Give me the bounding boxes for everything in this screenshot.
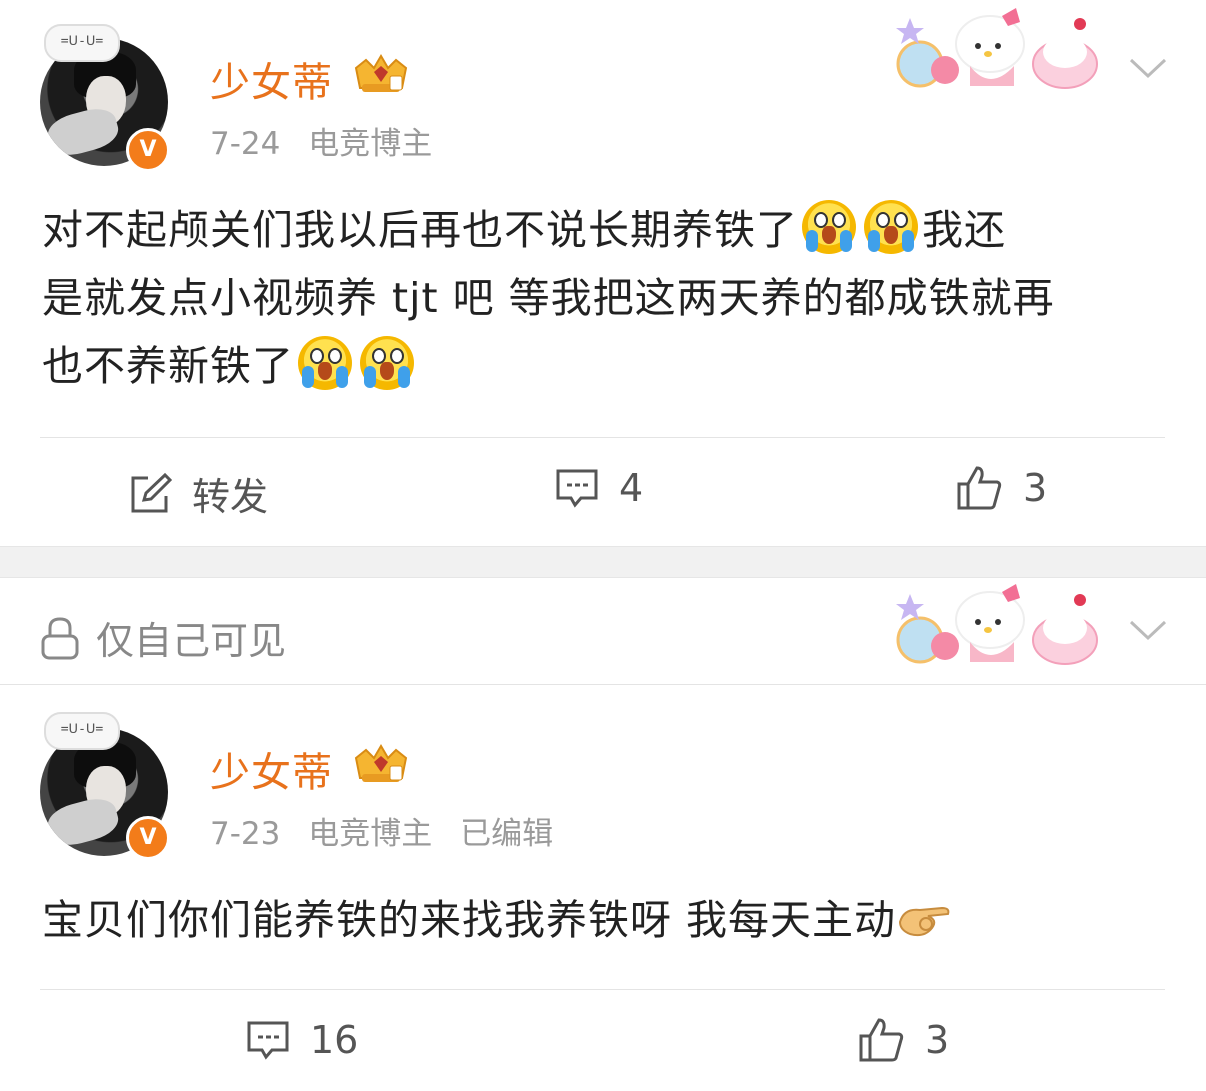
crying-face-emoji xyxy=(864,200,918,254)
divider xyxy=(0,684,1206,685)
crying-face-emoji xyxy=(360,336,414,390)
thumbs-up-icon xyxy=(859,1018,904,1062)
post-date: 7-23 xyxy=(210,816,281,852)
thumbs-up-icon xyxy=(957,466,1002,510)
repost-label: 转发 xyxy=(192,475,269,519)
like-count: 3 xyxy=(925,1018,950,1062)
verified-badge: V xyxy=(126,816,170,860)
crown-icon xyxy=(354,54,408,92)
post-text-line: 宝贝们你们能养铁的来找我养铁呀 我每天主动 xyxy=(42,896,897,944)
divider xyxy=(40,437,1165,438)
author-tag: 电竞博主 xyxy=(308,816,433,852)
post-meta: 7-23 电竞博主 已编辑 xyxy=(210,808,571,853)
comment-count: 16 xyxy=(310,1018,359,1062)
crown-icon xyxy=(354,744,408,782)
chevron-down-icon[interactable] xyxy=(1128,56,1168,80)
post-text-line: 我还 xyxy=(922,206,1006,254)
post-text: 宝贝们你们能养铁的来找我养铁呀 我每天主动 xyxy=(42,886,1172,954)
hello-kitty-sticker xyxy=(896,8,1098,89)
comment-button[interactable]: 4 xyxy=(555,466,643,510)
like-button[interactable]: 3 xyxy=(857,1016,949,1064)
section-gap xyxy=(0,546,1206,578)
visibility-text: 仅自己可见 xyxy=(96,619,287,663)
lock-icon xyxy=(41,616,79,659)
like-button[interactable]: 3 xyxy=(955,464,1047,512)
comment-icon xyxy=(556,469,598,508)
post-date: 7-24 xyxy=(210,126,281,162)
like-count: 3 xyxy=(1023,466,1048,510)
author-name[interactable]: 少女蒂 xyxy=(210,740,333,798)
comment-count: 4 xyxy=(619,466,644,510)
post-text: 对不起颅关们我以后再也不说长期养铁了 我还 是就发点小视频养 tjt 吧 等我把这… xyxy=(42,196,1172,400)
edit-icon xyxy=(131,472,172,512)
post-meta: 7-24 电竞博主 xyxy=(210,118,450,163)
verified-badge: V xyxy=(126,128,170,172)
post-text-line: 是就发点小视频养 tjt 吧 等我把这两天养的都成铁就再 xyxy=(42,274,1055,322)
comment-button[interactable]: 16 xyxy=(246,1018,358,1062)
divider xyxy=(40,989,1165,990)
hello-kitty-sticker xyxy=(896,584,1098,665)
avatar-decoration-bubble: =ᑌ-ᑌ= xyxy=(44,24,120,62)
avatar-decoration-bubble: =ᑌ-ᑌ= xyxy=(44,712,120,750)
author-tag: 电竞博主 xyxy=(308,126,433,162)
crying-face-emoji xyxy=(802,200,856,254)
visibility-label: 仅自己可见 xyxy=(40,610,286,665)
edited-label[interactable]: 已编辑 xyxy=(460,816,553,852)
comment-icon xyxy=(247,1021,289,1060)
post-text-line: 也不养新铁了 xyxy=(42,342,294,390)
chevron-down-icon[interactable] xyxy=(1128,618,1168,642)
author-name[interactable]: 少女蒂 xyxy=(210,50,333,108)
repost-button[interactable]: 转发 xyxy=(128,466,268,521)
post-text-line: 对不起颅关们我以后再也不说长期养铁了 xyxy=(42,206,798,254)
hooking-hand-emoji xyxy=(898,892,952,937)
crying-face-emoji xyxy=(298,336,352,390)
